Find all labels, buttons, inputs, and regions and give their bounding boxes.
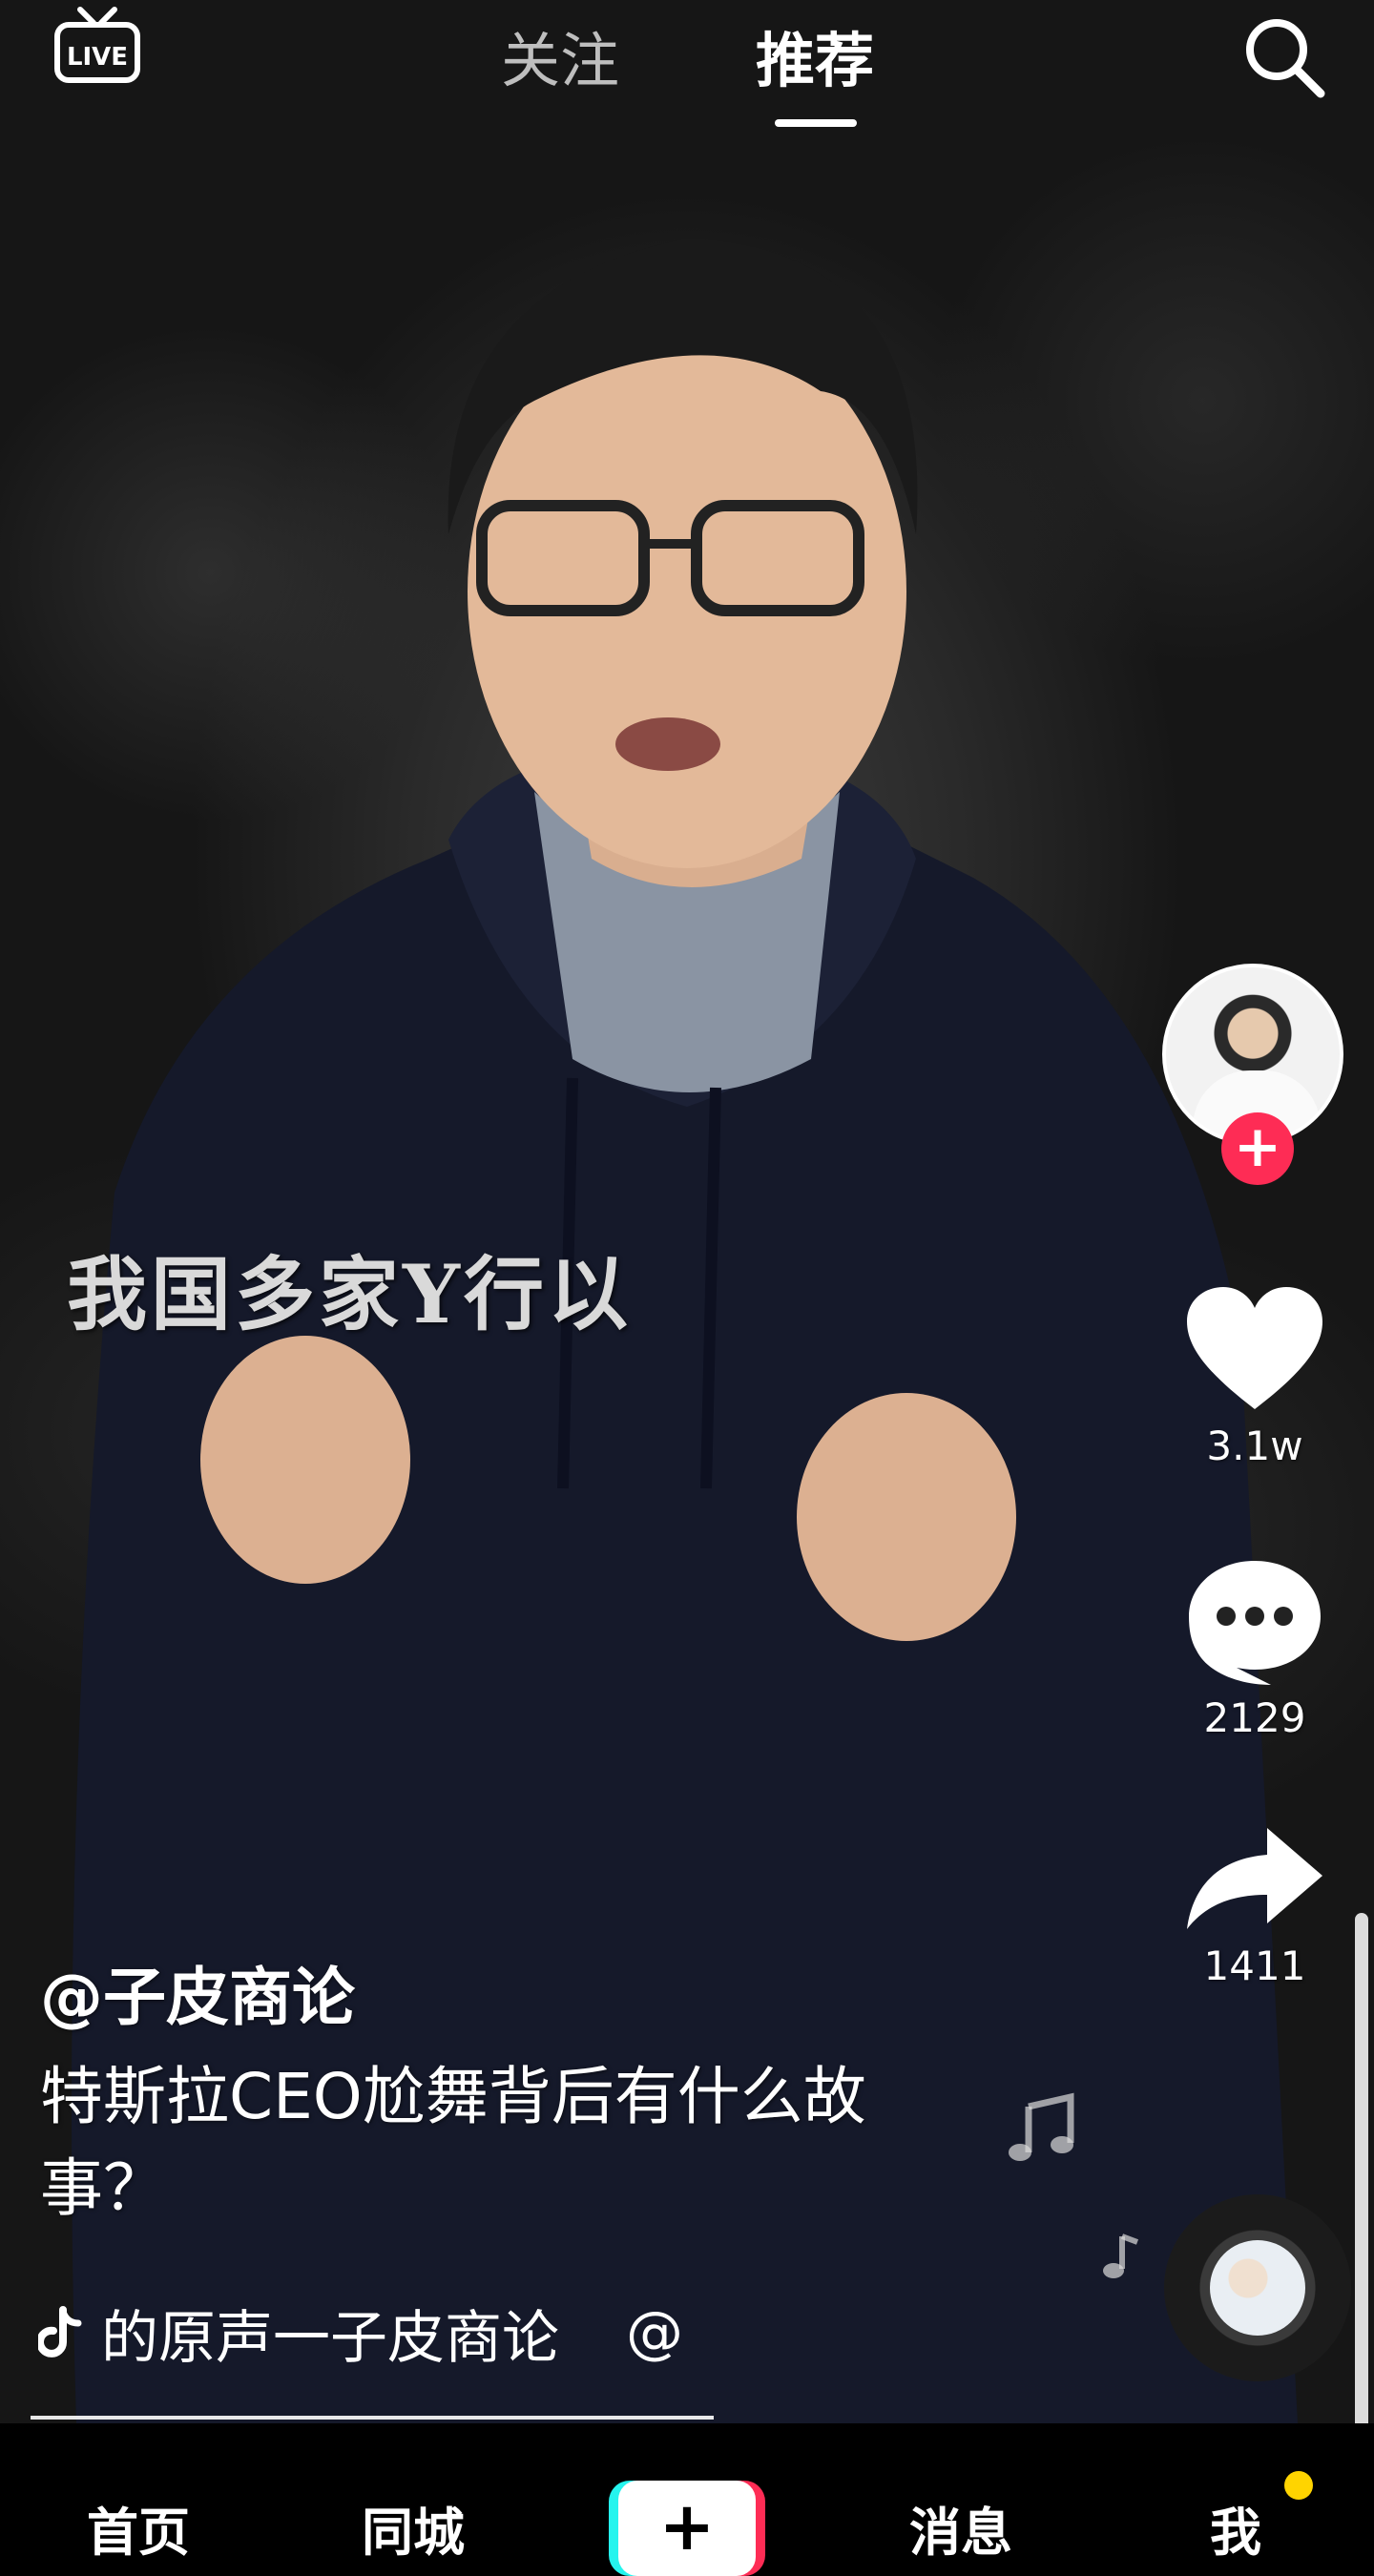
follow-plus-icon[interactable]: + [1221,1112,1294,1185]
scroll-indicator [1355,1913,1368,2438]
search-icon[interactable] [1240,13,1328,101]
nav-profile[interactable]: 我 [1140,2490,1331,2566]
comment-action[interactable]: 2129 [1174,1555,1336,1741]
nav-local[interactable]: 同城 [318,2490,509,2566]
plus-icon: + [618,2481,756,2576]
bottom-navigation: 首页 同城 + 消息 我 [0,2423,1374,2576]
tiktok-note-icon [38,2306,82,2358]
video-progress-bar[interactable] [31,2416,714,2420]
music-title: 的原声一子皮商论 [101,2304,559,2372]
heart-icon[interactable] [1183,1283,1326,1417]
nav-messages[interactable]: 消息 [865,2490,1056,2566]
author-avatar-group: + [1162,964,1349,1185]
create-button[interactable]: + [609,2481,765,2576]
tab-recommended[interactable]: 推荐 [719,23,910,99]
notification-dot [1284,2471,1313,2500]
feed-tabs: 关注 推荐 [0,10,1374,127]
like-action[interactable]: 3.1w [1174,1283,1336,1469]
nav-home[interactable]: 首页 [43,2490,234,2566]
share-arrow-icon[interactable] [1183,1822,1326,1937]
music-note-icon [1103,2233,1139,2278]
music-mention: @ [626,2299,683,2366]
music-disc-cover [1210,2240,1305,2336]
tab-following[interactable]: 关注 [465,23,656,99]
share-count: 1411 [1203,1942,1306,1989]
comment-count: 2129 [1203,1694,1306,1741]
music-disc[interactable] [1164,2194,1351,2381]
music-info[interactable]: 的原声一子皮商论 @ [38,2295,683,2372]
share-action[interactable]: 1411 [1174,1822,1336,1989]
music-note-icon [1009,2092,1074,2161]
video-description: 特斯拉CEO尬舞背后有什么故事？ [40,2060,866,2225]
video-subtitle: 我国多家Y行以 [67,1247,632,1341]
active-tab-indicator [775,119,857,127]
author-name[interactable]: @子皮商论 [40,1946,355,2038]
like-count: 3.1w [1206,1423,1303,1469]
comment-bubble-icon[interactable] [1183,1555,1326,1689]
